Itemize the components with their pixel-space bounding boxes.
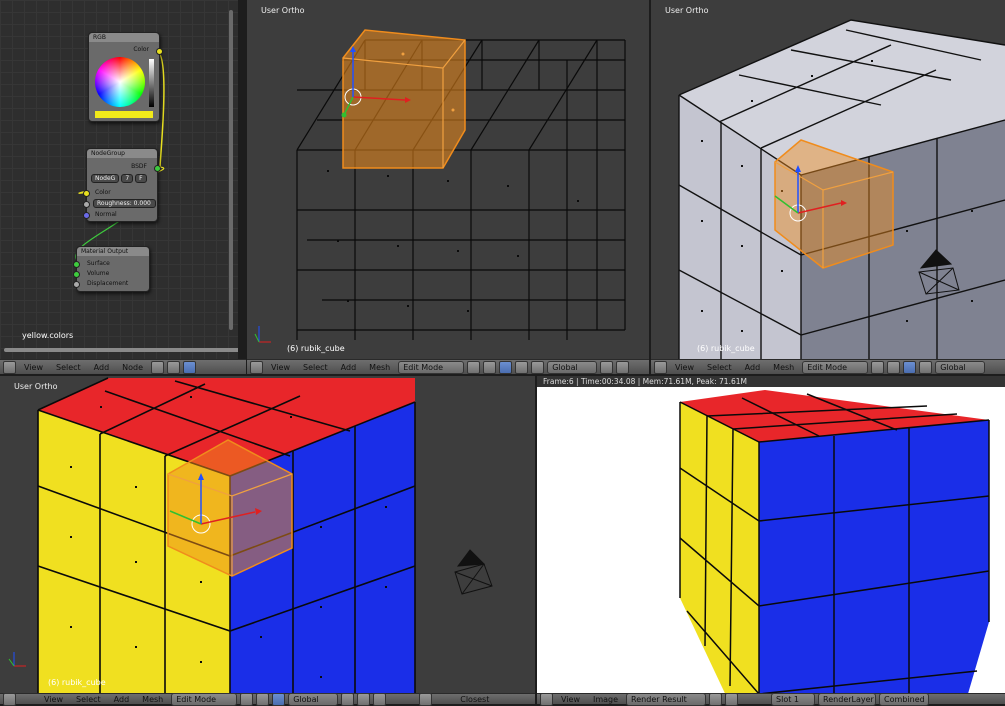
menu-view[interactable]: View [266,363,295,372]
pivot-icon[interactable] [887,360,901,374]
colored-cube [8,377,493,704]
wireframe-cube [254,29,626,343]
editor-type-icon[interactable] [654,360,667,374]
color-swatch[interactable] [95,111,153,118]
input-normal-label: Normal [95,211,117,218]
viewport-solid-header: View Select Add Mesh Edit Mode Global [651,359,1005,374]
axis-widget [8,652,26,667]
rgb-node-title: RGB [89,33,159,42]
surface-socket[interactable] [73,261,80,268]
orientation-select[interactable]: Global [547,360,598,374]
color-input-socket[interactable] [83,190,90,197]
node-group-selector[interactable]: NodeG [91,174,120,183]
pivot-icon[interactable] [483,360,497,374]
vertex-select-icon[interactable] [600,360,614,374]
material-name: yellow.colors [22,331,74,340]
node-editor: RGB Color NodeGroup BSDF NodeG 7 F Color… [0,0,238,374]
shading-icon[interactable] [871,360,885,374]
menu-select[interactable]: Select [702,363,737,372]
texture-icon[interactable] [167,360,181,374]
menu-add[interactable]: Add [336,363,362,372]
edge-select-icon[interactable] [616,360,630,374]
viewport-colored[interactable]: User Ortho (6) rubik_cube [0,376,535,704]
viewport-label: User Ortho [261,6,305,15]
object-label: (6) rubik_cube [287,344,345,353]
mode-select[interactable]: Edit Mode [802,360,869,374]
node-editor-scrollbar[interactable] [4,348,238,352]
node-editor-vscrollbar[interactable] [229,10,233,330]
node-group-users[interactable]: 7 [121,174,134,183]
material-output-title: Material Output [77,247,149,256]
snap-target[interactable]: Closest [455,695,494,704]
viewport-solid[interactable]: User Ortho (6) rubik_cube [651,0,1005,374]
object-label: (6) rubik_cube [48,678,106,687]
rgb-output-socket[interactable] [156,48,163,55]
orientation-select[interactable]: Global [935,360,986,374]
menu-mesh[interactable]: Mesh [768,363,799,372]
menu-select[interactable]: Select [71,695,106,704]
shading-icon[interactable] [467,360,481,374]
rotate-icon[interactable] [919,360,933,374]
menu-mesh[interactable]: Mesh [137,695,168,704]
displacement-socket[interactable] [73,281,80,288]
bsdf-output-label: BSDF [131,163,147,170]
volume-label: Volume [87,270,110,277]
menu-mesh[interactable]: Mesh [364,363,395,372]
node-group-title: NodeGroup [87,149,157,158]
volume-socket[interactable] [73,271,80,278]
rendered-cube [679,390,990,704]
mode-select[interactable]: Edit Mode [398,360,465,374]
color-wheel[interactable] [95,57,145,107]
menu-view[interactable]: View [39,695,68,704]
object-label: (6) rubik_cube [697,344,755,353]
viewport-colored-header: View Select Add Mesh Edit Mode Global Cl… [0,692,535,706]
menu-node[interactable]: Node [117,363,148,372]
roughness-input-socket[interactable] [83,201,90,208]
material-output-node[interactable]: Material Output Surface Volume Displacem… [73,246,150,292]
editor-type-icon[interactable] [250,360,263,374]
viewport-wireframe-header: View Select Add Mesh Edit Mode Global [247,359,649,374]
solid-cube [678,19,1005,374]
input-color-label: Color [95,189,111,196]
camera-icon[interactable] [454,549,493,595]
menu-select[interactable]: Select [51,363,86,372]
rotate-icon[interactable] [515,360,529,374]
menu-view[interactable]: View [19,363,48,372]
menu-view[interactable]: View [556,695,585,704]
node-group-fake[interactable]: F [135,174,147,183]
value-slider[interactable] [149,59,154,107]
manipulator-icon[interactable] [903,360,917,374]
displacement-label: Displacement [87,280,129,287]
shader-icon[interactable] [151,360,165,374]
menu-select[interactable]: Select [298,363,333,372]
menu-add[interactable]: Add [89,363,115,372]
bsdf-output-socket[interactable] [154,165,161,172]
menu-image[interactable]: Image [588,695,623,704]
image-editor-header: View Image Render Result Slot 1 RenderLa… [537,692,1005,706]
menu-add[interactable]: Add [740,363,766,372]
rgb-output-label: Color [133,46,149,53]
roughness-field[interactable]: Roughness: 0.000 [93,199,156,208]
render-result[interactable]: Frame:6 | Time:00:34.08 | Mem:71.61M, Pe… [537,376,1005,704]
editor-type-icon[interactable] [3,360,16,374]
axis-widget [254,326,271,343]
normal-input-socket[interactable] [83,212,90,219]
rgb-node[interactable]: RGB Color [88,32,163,122]
viewport-label: User Ortho [14,382,58,391]
node-editor-header: View Select Add Node [0,359,246,374]
viewport-label: User Ortho [665,6,709,15]
manipulator-icon[interactable] [499,360,513,374]
viewport-wireframe[interactable]: User Ortho (6) rubik_cube [247,0,649,374]
node-group[interactable]: NodeGroup BSDF NodeG 7 F Color Roughness… [83,148,161,222]
menu-add[interactable]: Add [109,695,135,704]
selected-cubie[interactable] [342,29,466,169]
scale-icon[interactable] [531,360,545,374]
surface-label: Surface [87,260,110,267]
menu-view[interactable]: View [670,363,699,372]
material-icon[interactable] [183,360,197,374]
